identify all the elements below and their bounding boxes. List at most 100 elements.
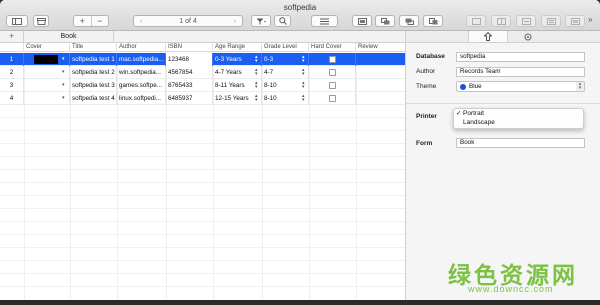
grade-level-cell[interactable]: 8-10 ▴ ▾ <box>262 92 309 105</box>
grid-line <box>0 234 405 235</box>
age-range-value: 8-11 Years <box>215 82 245 89</box>
column-header-grade-level[interactable]: Grade Level <box>262 43 309 52</box>
grade-level-cell[interactable]: 8-10 ▴ ▾ <box>262 79 309 92</box>
stepper-icon[interactable]: ▴ ▾ <box>302 94 306 103</box>
stepper-icon[interactable]: ▴ ▾ <box>255 81 259 90</box>
hard-cover-checkbox[interactable] <box>329 56 336 63</box>
column-header-isbn[interactable]: ISBN <box>166 43 213 52</box>
theme-value: Blue <box>469 83 482 90</box>
copy-icon <box>428 17 437 24</box>
cover-cell[interactable]: ▾ <box>24 92 70 105</box>
layout-button-3[interactable] <box>399 15 419 27</box>
stepper-icon[interactable]: ▴ ▾ <box>302 68 306 77</box>
archive-button[interactable] <box>33 15 49 27</box>
grade-level-cell[interactable]: 4-7 ▴ ▾ <box>262 66 309 79</box>
cover-thumbnail <box>34 55 58 64</box>
isbn-cell[interactable]: 123468 <box>166 53 213 66</box>
hard-cover-checkbox[interactable] <box>329 95 336 102</box>
database-field[interactable]: softpedia <box>456 52 585 62</box>
action-button-4[interactable] <box>541 15 561 27</box>
title-cell[interactable]: softpedia test 4 <box>70 92 117 105</box>
age-range-cell[interactable]: 8-11 Years ▴ ▾ <box>213 79 262 92</box>
row-number: 2 <box>0 66 24 79</box>
remove-record-button[interactable]: − <box>90 16 109 26</box>
hard-cover-cell <box>309 66 356 79</box>
review-cell[interactable] <box>356 79 405 92</box>
age-range-cell[interactable]: 12-15 Years ▴ ▾ <box>213 92 262 105</box>
grid-line <box>0 195 405 196</box>
grid-icon <box>496 17 506 25</box>
layout-button-4[interactable] <box>423 15 443 27</box>
tab-layout[interactable] <box>468 31 508 42</box>
action-button-3[interactable] <box>516 15 536 27</box>
column-header-cover[interactable]: Cover <box>24 43 70 52</box>
review-cell[interactable] <box>356 53 405 66</box>
author-cell[interactable]: mac.softpedia... <box>117 53 166 66</box>
card-icon <box>471 17 481 25</box>
table-row[interactable]: 4 ▾ softpedia test 4 linux.softpedi... 6… <box>0 92 405 105</box>
add-record-button[interactable]: + <box>74 16 91 26</box>
grid-line <box>0 273 405 274</box>
hard-cover-checkbox[interactable] <box>329 82 336 89</box>
grade-level-value: 4-7 <box>264 69 274 76</box>
title-cell[interactable]: softpedia test 2 <box>70 66 117 79</box>
stepper-icon[interactable]: ▴ ▾ <box>255 94 259 103</box>
review-cell[interactable] <box>356 66 405 79</box>
menu-item-portrait[interactable]: ✓ Portrait <box>454 110 585 118</box>
age-range-cell[interactable]: 4-7 Years ▴ ▾ <box>213 66 262 79</box>
action-button-5[interactable] <box>565 15 585 27</box>
column-header-review[interactable]: Review <box>356 43 405 52</box>
layout-button-1[interactable] <box>352 15 372 27</box>
author-cell[interactable]: win.softpedia... <box>117 66 166 79</box>
chevron-right-icon[interactable]: › <box>228 18 242 25</box>
stepper-icon[interactable]: ▴ ▾ <box>302 81 306 90</box>
cover-cell[interactable]: ▾ <box>24 66 70 79</box>
chevron-down-icon: ▾ <box>62 95 65 101</box>
title-cell[interactable]: softpedia test 1 <box>70 53 117 66</box>
title-cell[interactable]: softpedia test 3 <box>70 79 117 92</box>
author-cell[interactable]: games.softpe... <box>117 79 166 92</box>
column-header-hard-cover[interactable]: Hard Cover <box>309 43 356 52</box>
search-button[interactable] <box>274 15 291 27</box>
grade-level-cell[interactable]: 0-3 ▴ ▾ <box>262 53 309 66</box>
cover-cell[interactable]: ▾ <box>24 53 70 66</box>
filter-button[interactable] <box>251 15 271 27</box>
theme-select[interactable]: Blue ▴ ▾ <box>456 81 585 92</box>
hard-cover-checkbox[interactable] <box>329 69 336 76</box>
column-header-age-range[interactable]: Age Range <box>213 43 262 52</box>
grid-line <box>0 247 405 248</box>
review-cell[interactable] <box>356 92 405 105</box>
tab-book[interactable]: Book <box>24 31 114 42</box>
isbn-cell[interactable]: 6485937 <box>166 92 213 105</box>
sidebar-toggle-button[interactable] <box>6 15 28 27</box>
column-header-title[interactable]: Title <box>70 43 117 52</box>
author-cell[interactable]: linux.softpedi... <box>117 92 166 105</box>
layout-button-2[interactable] <box>375 15 395 27</box>
table-row[interactable]: 3 ▾ softpedia test 3 games.softpe... 876… <box>0 79 405 92</box>
table-row[interactable]: 2 ▾ softpedia test 2 win.softpedia... 45… <box>0 66 405 79</box>
toolbar-overflow-icon[interactable]: » <box>588 15 592 24</box>
table-row[interactable]: 1 ▾ softpedia test 1 mac.softpedia... 12… <box>0 53 405 66</box>
cover-cell[interactable]: ▾ <box>24 79 70 92</box>
action-button-2[interactable] <box>491 15 511 27</box>
row-number: 4 <box>0 92 24 105</box>
app-window: softpedia + − ‹ 1 of 4 › » + Book Cover … <box>0 0 600 300</box>
grid-line <box>0 117 405 118</box>
column-header-number[interactable] <box>0 43 24 52</box>
chevron-left-icon[interactable]: ‹ <box>134 18 148 25</box>
author-label: Author <box>416 68 436 75</box>
list-view-button[interactable] <box>311 15 338 27</box>
isbn-cell[interactable]: 8765433 <box>166 79 213 92</box>
isbn-cell[interactable]: 4567854 <box>166 66 213 79</box>
author-field[interactable]: Records Team <box>456 67 585 77</box>
stepper-icon[interactable]: ▴ ▾ <box>302 55 306 64</box>
column-header-author[interactable]: Author <box>117 43 166 52</box>
add-tab-button[interactable]: + <box>0 31 24 42</box>
stepper-icon[interactable]: ▴ ▾ <box>255 68 259 77</box>
menu-item-landscape[interactable]: Landscape <box>454 119 585 127</box>
stepper-icon[interactable]: ▴ ▾ <box>255 55 259 64</box>
form-field[interactable]: Book <box>456 138 585 148</box>
tab-settings[interactable] <box>508 31 548 42</box>
action-button-1[interactable] <box>466 15 486 27</box>
age-range-cell[interactable]: 0-3 Years ▴ ▾ <box>213 53 262 66</box>
